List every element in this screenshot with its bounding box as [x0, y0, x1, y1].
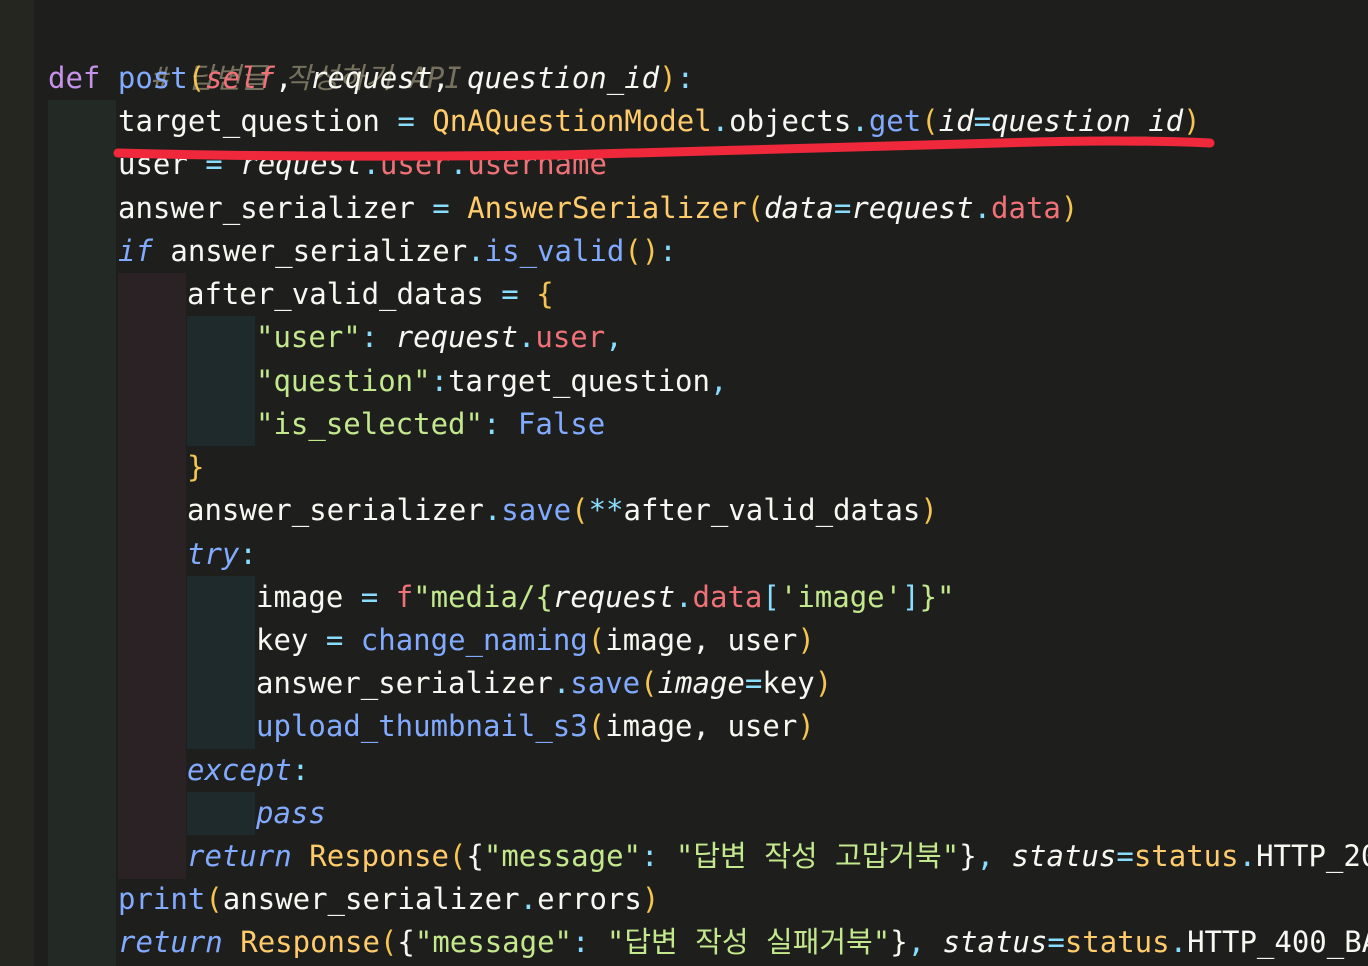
red-annotation-underline	[113, 136, 1215, 161]
code-editor[interactable]: # 답변글 작성하기 API def post(self, request, q…	[0, 0, 1368, 966]
